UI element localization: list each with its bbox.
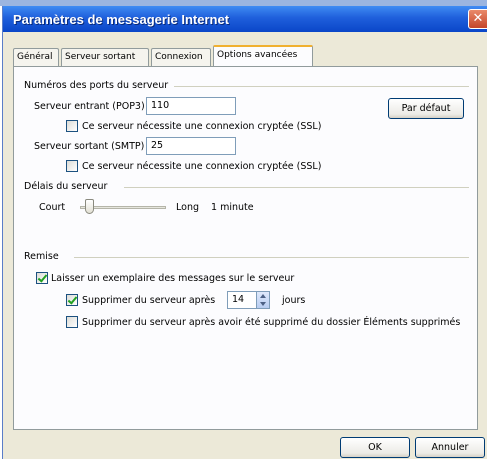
tab-connection[interactable]: Connexion	[151, 48, 211, 66]
delivery-section-label: Remise	[24, 251, 59, 262]
tab-general[interactable]: Général	[13, 48, 59, 66]
outgoing-port-input[interactable]: 25	[146, 137, 236, 155]
tab-label: Options avancées	[217, 50, 298, 60]
timeout-short-label: Court	[39, 202, 66, 213]
remove-deleted-label: Supprimer du serveur après avoir été sup…	[82, 317, 461, 328]
timeout-slider-thumb[interactable]	[84, 199, 94, 214]
tab-panel-advanced: Numéros des ports du serveur Serveur ent…	[13, 66, 478, 430]
window-title: Paramètres de messagerie Internet	[13, 12, 230, 27]
close-icon: ✕	[472, 11, 484, 26]
remove-after-label: Supprimer du serveur après	[82, 295, 216, 306]
timeout-section-label: Délais du serveur	[24, 181, 108, 192]
incoming-port-value: 110	[151, 100, 170, 111]
section-divider	[74, 257, 469, 258]
dialog-window: Paramètres de messagerie Internet ✕ Géné…	[2, 6, 487, 459]
default-button-label: Par défaut	[401, 103, 451, 114]
tab-advanced-options[interactable]: Options avancées	[213, 45, 313, 66]
incoming-port-input[interactable]: 110	[146, 97, 236, 115]
cancel-button-label: Annuler	[431, 442, 469, 453]
incoming-ssl-checkbox[interactable]	[66, 120, 78, 132]
incoming-port-label: Serveur entrant (POP3) :	[34, 101, 151, 112]
default-button[interactable]: Par défaut	[388, 98, 464, 119]
remove-deleted-checkbox[interactable]	[66, 316, 78, 328]
incoming-ssl-label: Ce serveur nécessite une connexion crypt…	[82, 121, 322, 132]
tab-label: Serveur sortant	[65, 52, 136, 62]
leave-copy-label: Laisser un exemplaire des messages sur l…	[51, 273, 295, 284]
outgoing-ssl-checkbox[interactable]	[66, 160, 78, 172]
days-value: 14	[232, 294, 245, 305]
spin-up-icon[interactable]	[260, 294, 266, 298]
remove-after-checkbox[interactable]	[66, 294, 78, 306]
days-spin-button[interactable]	[257, 291, 270, 309]
outgoing-port-label: Serveur sortant (SMTP) :	[34, 141, 151, 152]
section-divider	[174, 86, 469, 87]
tab-outgoing-server[interactable]: Serveur sortant	[61, 48, 149, 66]
spin-down-icon[interactable]	[260, 302, 266, 306]
outgoing-ssl-label: Ce serveur nécessite une connexion crypt…	[82, 161, 322, 172]
days-unit-label: jours	[282, 295, 306, 306]
remove-after-days-input[interactable]: 14	[227, 291, 257, 309]
outgoing-port-value: 25	[151, 140, 164, 151]
timeout-long-label: Long	[176, 202, 199, 213]
close-button[interactable]: ✕	[468, 9, 487, 29]
title-bar[interactable]: Paramètres de messagerie Internet ✕	[3, 6, 487, 32]
ports-section-label: Numéros des ports du serveur	[24, 80, 169, 91]
ok-button-label: OK	[368, 442, 382, 453]
timeout-value-label: 1 minute	[211, 202, 254, 213]
cancel-button[interactable]: Annuler	[415, 437, 485, 458]
tab-label: Général	[17, 52, 53, 62]
leave-copy-checkbox[interactable]	[36, 272, 48, 284]
section-divider	[124, 187, 469, 188]
tab-label: Connexion	[155, 52, 203, 62]
ok-button[interactable]: OK	[340, 437, 410, 458]
